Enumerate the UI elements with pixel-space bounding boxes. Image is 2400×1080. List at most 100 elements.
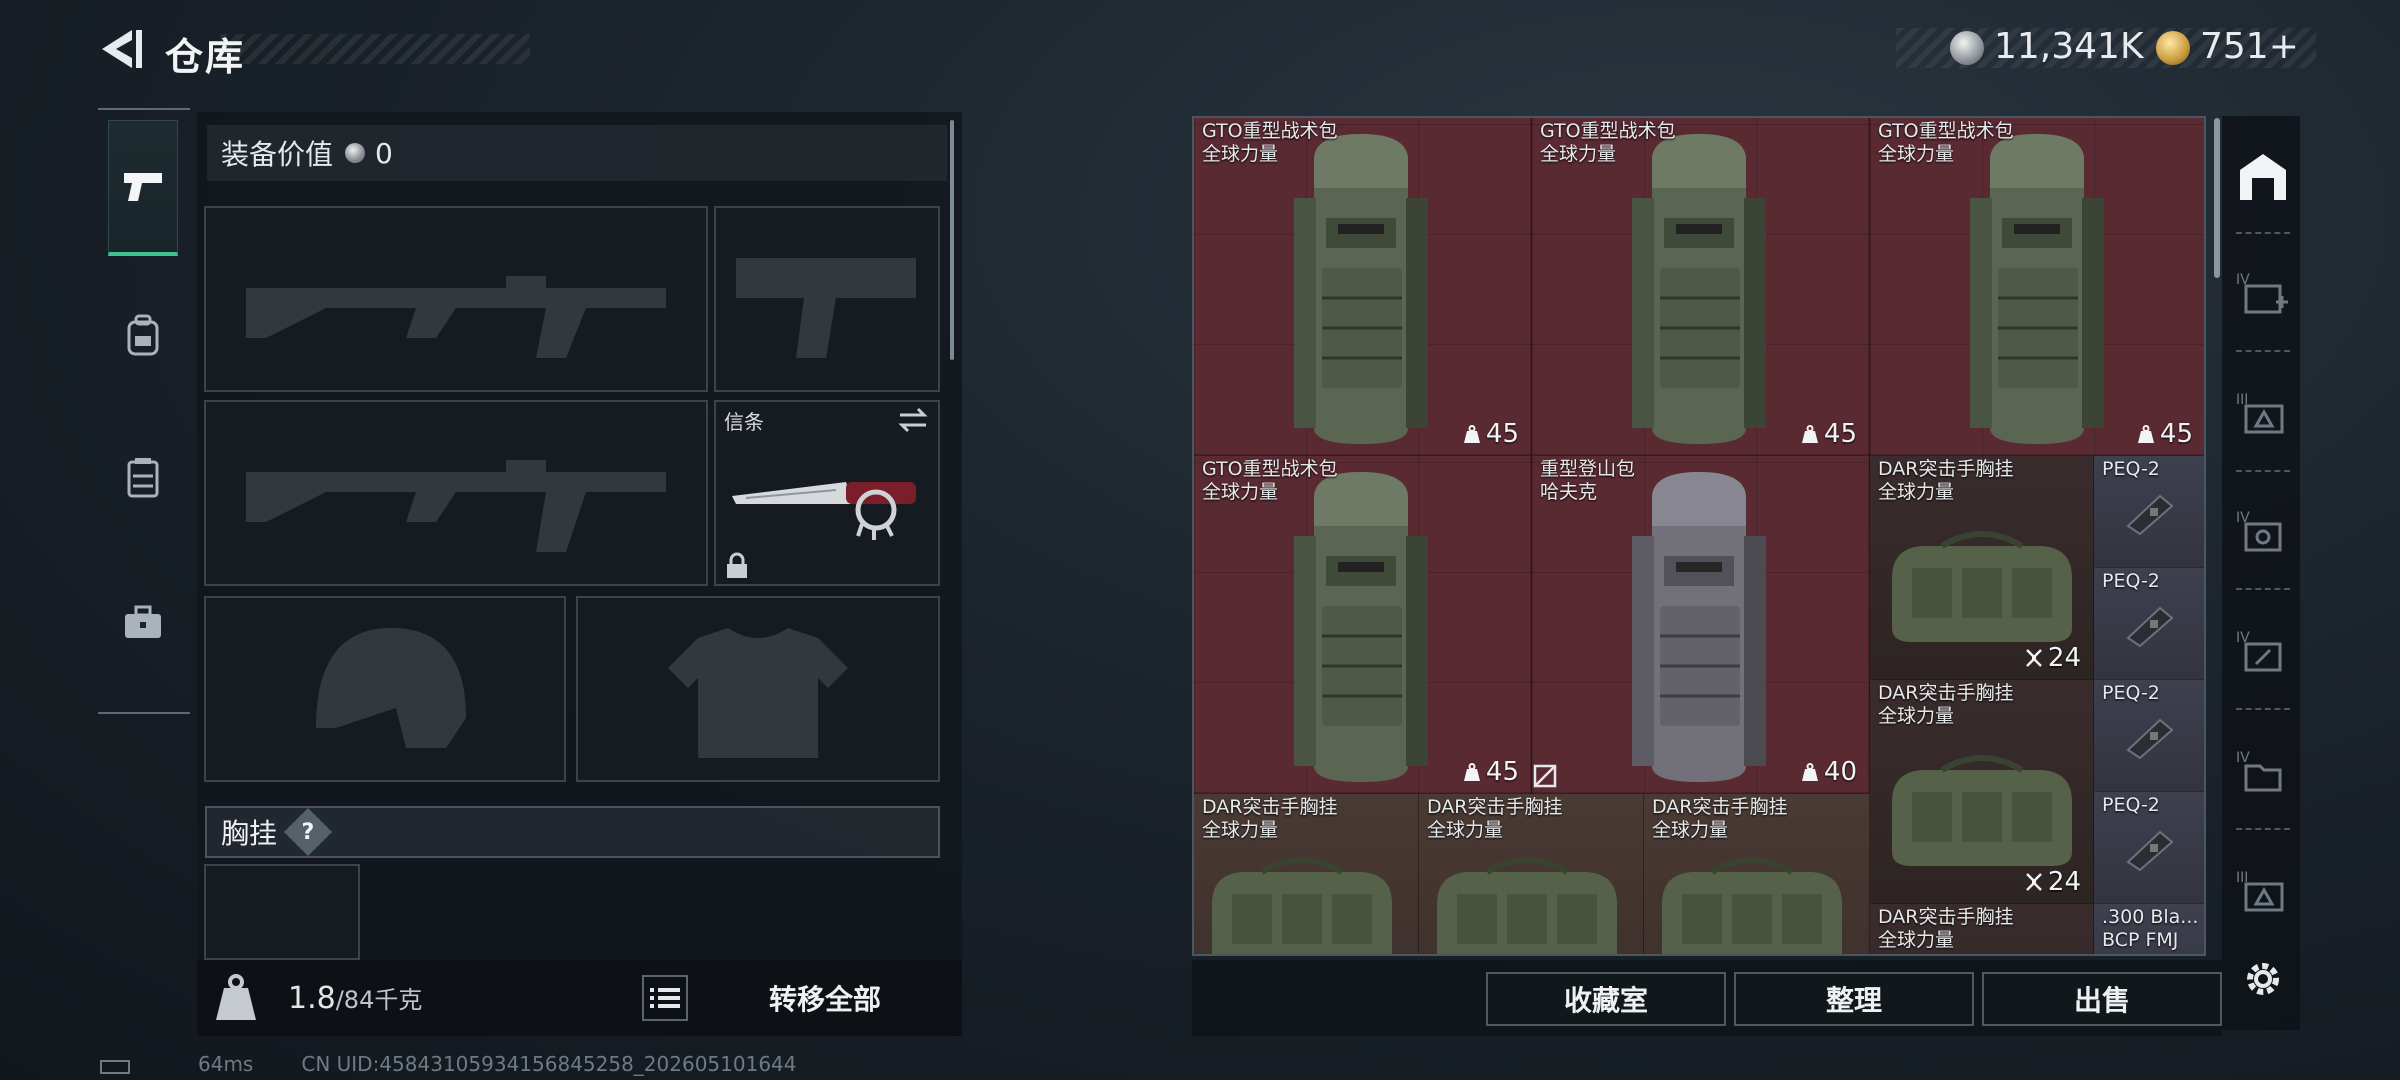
grid-item[interactable]: PEQ-2 bbox=[2094, 792, 2204, 904]
gear-icon bbox=[2247, 963, 2279, 995]
no-drop-icon bbox=[1533, 764, 1557, 788]
weight-max: /84千克 bbox=[335, 986, 423, 1014]
item-name: GTO重型战术包 全球力量 bbox=[1202, 120, 1338, 165]
capacity-icon bbox=[1802, 763, 1818, 781]
item-name: .300 Bla... BCP FMJ bbox=[2102, 906, 2199, 951]
item-name: DAR突击手胸挂 全球力量 bbox=[1878, 906, 2014, 951]
divider bbox=[2236, 828, 2290, 830]
sidearm-slot[interactable] bbox=[714, 206, 940, 392]
grid-item[interactable]: GTO重型战术包 全球力量 45 bbox=[1870, 118, 2204, 456]
slots-icon bbox=[2026, 873, 2042, 891]
mountaineering-backpack-icon bbox=[1624, 466, 1774, 786]
item-name: DAR突击手胸挂 全球力量 bbox=[1878, 682, 2014, 727]
melee-slot-label: 信条 bbox=[724, 410, 764, 434]
tab-chest-rig[interactable] bbox=[108, 410, 178, 546]
grid-item[interactable]: GTO重型战术包 全球力量 45 bbox=[1194, 456, 1532, 794]
storage-tab-iv-medical[interactable]: IV bbox=[2236, 266, 2290, 320]
item-name: PEQ-2 bbox=[2102, 458, 2160, 480]
grid-item[interactable]: DAR突击手胸挂 全球力量 bbox=[1870, 904, 2094, 954]
collection-room-button[interactable]: 收藏室 bbox=[1486, 972, 1726, 1026]
transfer-all-button[interactable]: 转移全部 bbox=[720, 968, 930, 1028]
laser-sight-icon bbox=[2120, 488, 2180, 538]
grid-item[interactable]: 重型登山包 哈夫克 40 bbox=[1532, 456, 1870, 794]
user-uid: CN UID:45843105934156845258_202605101644 bbox=[301, 1052, 797, 1076]
primary-weapon-slot[interactable] bbox=[204, 206, 708, 392]
item-name: DAR突击手胸挂 全球力量 bbox=[1878, 458, 2014, 503]
storage-grid: GTO重型战术包 全球力量 45 GTO重型战术包 全球力量 45 GTO重型战术包… bbox=[1192, 116, 2206, 956]
lock-icon bbox=[727, 552, 747, 578]
sort-button[interactable]: 整理 bbox=[1734, 972, 1974, 1026]
grid-item[interactable]: DAR突击手胸挂 全球力量 bbox=[1419, 794, 1644, 956]
grid-item[interactable]: DAR突击手胸挂 全球力量 24 bbox=[1870, 680, 2094, 904]
silver-coin-icon bbox=[1950, 31, 1984, 65]
help-icon[interactable]: ? bbox=[283, 807, 333, 857]
grid-item[interactable]: DAR突击手胸挂 全球力量 bbox=[1194, 794, 1419, 956]
gear-case-icon: III bbox=[2236, 392, 2284, 434]
tab-backpack[interactable] bbox=[108, 268, 178, 404]
list-view-button[interactable] bbox=[642, 975, 688, 1021]
silver-coin-icon bbox=[345, 143, 366, 163]
item-capacity: 24 bbox=[2026, 867, 2081, 897]
item-capacity: 45 bbox=[2138, 419, 2193, 449]
secondary-weapon-slot[interactable] bbox=[204, 400, 708, 586]
chest-rig-icon bbox=[127, 458, 159, 498]
grid-item[interactable]: GTO重型战术包 全球力量 45 bbox=[1194, 118, 1532, 456]
briefcase-icon bbox=[125, 605, 161, 638]
list-icon bbox=[650, 988, 680, 1008]
item-name: PEQ-2 bbox=[2102, 570, 2160, 592]
storage-tab-iv-parts[interactable]: IV bbox=[2236, 504, 2290, 558]
pistol-silhouette-icon bbox=[736, 258, 916, 358]
gold-coin-icon bbox=[2156, 31, 2190, 65]
tab-weapons[interactable] bbox=[108, 120, 178, 256]
tactical-backpack-icon bbox=[1962, 128, 2112, 448]
storage-tab-iii-misc[interactable]: III bbox=[2236, 864, 2290, 918]
storage-tab-iv-tools[interactable]: IV bbox=[2236, 624, 2290, 678]
tactical-backpack-icon bbox=[1624, 128, 1774, 448]
helmet-silhouette-icon bbox=[316, 628, 466, 748]
chest-rig-icon bbox=[1882, 742, 2082, 872]
ping-value: 64ms bbox=[198, 1052, 254, 1076]
storage-scrollbar[interactable] bbox=[2214, 118, 2220, 278]
equipment-value-label: 装备价值 bbox=[221, 138, 334, 171]
chest-rig-slot[interactable] bbox=[204, 864, 360, 960]
carry-weight: 1.8/84千克 bbox=[288, 980, 422, 1016]
grid-item[interactable]: GTO重型战术包 全球力量 45 bbox=[1532, 118, 1870, 456]
capacity-icon bbox=[1464, 763, 1480, 781]
help-mark: ? bbox=[301, 819, 315, 845]
item-capacity: 40 bbox=[1802, 757, 1857, 787]
slots-icon bbox=[2026, 649, 2042, 667]
loadout-scrollbar[interactable] bbox=[950, 120, 954, 360]
warehouse-tab[interactable] bbox=[2236, 150, 2290, 204]
grid-item[interactable]: PEQ-2 bbox=[2094, 456, 2204, 568]
sell-button[interactable]: 出售 bbox=[1982, 972, 2222, 1026]
capacity-icon bbox=[1464, 425, 1480, 443]
chest-rig-icon bbox=[1427, 844, 1627, 956]
chest-rig-label: 胸挂 bbox=[221, 817, 278, 850]
grid-item[interactable]: PEQ-2 bbox=[2094, 568, 2204, 680]
laser-sight-icon bbox=[2120, 712, 2180, 762]
tools-case-icon: IV bbox=[2236, 630, 2282, 672]
grid-item[interactable]: DAR突击手胸挂 全球力量 24 bbox=[1870, 456, 2094, 680]
storage-tab-iii-gear[interactable]: III bbox=[2236, 386, 2290, 440]
status-bar: 64ms CN UID:45843105934156845258_20260510… bbox=[198, 1052, 797, 1076]
chest-rig-icon bbox=[1202, 844, 1402, 956]
laser-sight-icon bbox=[2120, 600, 2180, 650]
gold-currency-value[interactable]: 751+ bbox=[2200, 26, 2299, 67]
armor-slot[interactable] bbox=[576, 596, 940, 782]
melee-slot[interactable]: 信条 bbox=[714, 400, 940, 586]
grid-item[interactable]: DAR突击手胸挂 全球力量 bbox=[1644, 794, 1870, 954]
item-name: DAR突击手胸挂 全球力量 bbox=[1652, 796, 1788, 841]
tactical-backpack-icon bbox=[1286, 466, 1436, 786]
tab-case[interactable] bbox=[108, 554, 178, 690]
swap-icon[interactable] bbox=[896, 406, 930, 434]
back-arrow-icon bbox=[102, 30, 142, 68]
storage-tab-iv-docs[interactable]: IV bbox=[2236, 744, 2290, 798]
grid-item[interactable]: PEQ-2 bbox=[2094, 680, 2204, 792]
settings-button[interactable] bbox=[2238, 954, 2288, 1004]
grid-item[interactable]: .300 Bla... BCP FMJ bbox=[2094, 904, 2204, 954]
rifle-silhouette-icon bbox=[246, 460, 666, 552]
back-button[interactable] bbox=[96, 24, 146, 74]
category-tabs bbox=[98, 108, 190, 714]
item-name: DAR突击手胸挂 全球力量 bbox=[1427, 796, 1563, 841]
helmet-slot[interactable] bbox=[204, 596, 566, 782]
